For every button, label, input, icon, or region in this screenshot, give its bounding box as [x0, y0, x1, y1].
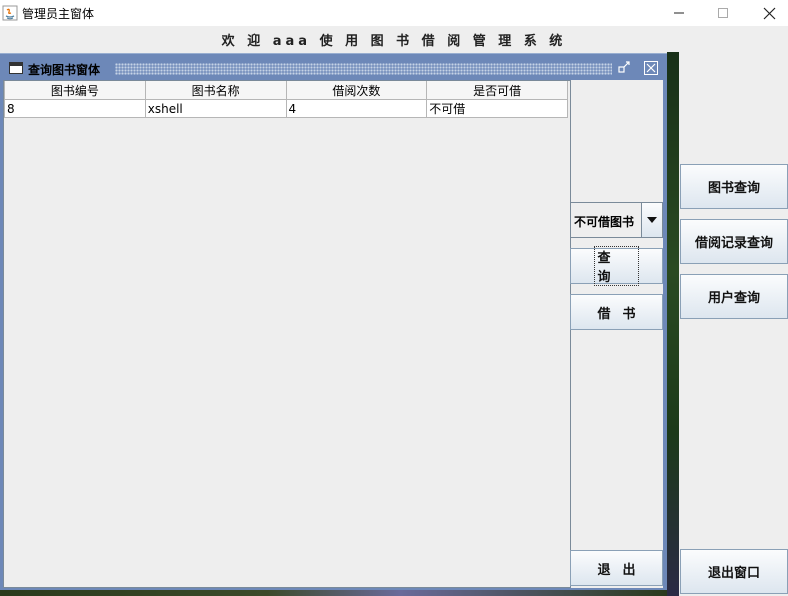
column-header-available[interactable]: 是否可借	[426, 81, 568, 100]
combobox-selected-value: 不可借图书	[574, 215, 635, 229]
borrow-record-query-button-label: 借阅记录查询	[694, 236, 773, 251]
java-app-icon	[2, 5, 18, 21]
welcome-label: 欢 迎 aaa 使 用 图 书 借 阅 管 理 系 统	[221, 34, 567, 49]
column-header-borrow-count[interactable]: 借阅次数	[285, 81, 428, 100]
close-icon	[644, 61, 658, 75]
query-button-label: 查询	[594, 246, 639, 286]
combobox-arrow-button[interactable]	[641, 203, 662, 237]
exit-window-button-label: 退出窗口	[707, 566, 760, 581]
internal-frame-title: 查询图书窗体	[28, 63, 101, 77]
books-table-scrollpane[interactable]: 图书编号 图书名称 借阅次数 是否可借 8 xshell 4 不可借	[3, 80, 571, 588]
frame-restore-button[interactable]	[617, 61, 631, 75]
books-table[interactable]: 图书编号 图书名称 借阅次数 是否可借 8 xshell 4 不可借	[4, 81, 568, 118]
close-button[interactable]	[746, 0, 788, 26]
exit-button-label: 退出	[597, 562, 648, 578]
borrow-button[interactable]: 借书	[570, 294, 663, 330]
window-titlebar: 管理员主窗体	[0, 0, 788, 26]
minimize-icon	[674, 12, 684, 14]
internal-frame-titlebar[interactable]: 查询图书窗体	[3, 56, 663, 79]
exit-button[interactable]: 退出	[570, 550, 663, 586]
column-header-book-id[interactable]: 图书编号	[4, 81, 146, 100]
exit-window-button[interactable]: 退出窗口	[680, 549, 788, 594]
desktop-background	[667, 52, 679, 596]
frame-window-icon	[9, 62, 23, 74]
maximize-icon	[718, 8, 728, 18]
book-query-button-label: 图书查询	[707, 181, 760, 196]
table-row[interactable]: 8 xshell 4 不可借	[4, 99, 568, 118]
borrow-record-query-button[interactable]: 借阅记录查询	[680, 219, 788, 264]
close-icon	[763, 7, 775, 19]
frame-close-button[interactable]	[644, 61, 658, 75]
table-cell-book-name[interactable]: xshell	[144, 99, 287, 118]
minimize-button[interactable]	[656, 0, 702, 26]
chevron-down-icon	[647, 217, 657, 223]
maximize-button[interactable]	[700, 0, 746, 26]
user-query-button[interactable]: 用户查询	[680, 274, 788, 319]
window-title: 管理员主窗体	[22, 7, 95, 21]
column-header-book-name[interactable]: 图书名称	[144, 81, 287, 100]
book-query-internal-frame: 查询图书窗体 图书编号 图书名称 借阅次数 是否可借 8 xshell 4 不可…	[0, 53, 667, 590]
restore-icon	[618, 61, 630, 73]
table-cell-book-id[interactable]: 8	[4, 99, 146, 118]
query-button[interactable]: 查询	[570, 246, 663, 286]
table-header-row: 图书编号 图书名称 借阅次数 是否可借	[4, 81, 568, 100]
table-cell-borrow-count[interactable]: 4	[285, 99, 428, 118]
titlebar-grip	[115, 63, 612, 75]
borrow-button-label: 借书	[597, 306, 648, 322]
book-query-button[interactable]: 图书查询	[680, 164, 788, 209]
internal-frame-content: 图书编号 图书名称 借阅次数 是否可借 8 xshell 4 不可借 不可借图书…	[3, 80, 663, 588]
user-query-button-label: 用户查询	[707, 291, 760, 306]
book-filter-combobox[interactable]: 不可借图书	[570, 202, 663, 238]
table-cell-available[interactable]: 不可借	[426, 99, 568, 118]
desktop-background-bottom	[0, 590, 667, 596]
